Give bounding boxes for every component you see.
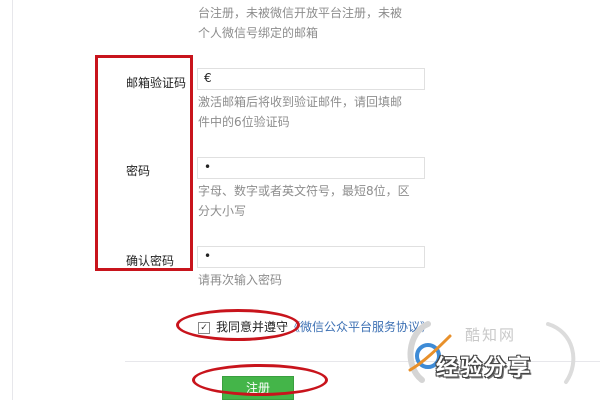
hint-line: 字母、数字或者英文符号，最短8位，区 bbox=[198, 184, 410, 198]
hint-line: 台注册，未被微信开放平台注册，未被 bbox=[198, 6, 403, 20]
watermark-text: 经验分享 bbox=[436, 356, 533, 381]
hint-line: 激活邮箱后将收到验证邮件，请回填邮 bbox=[198, 95, 403, 109]
watermark: 酷知网 经验分享 bbox=[398, 318, 588, 390]
email-code-input[interactable]: € bbox=[197, 68, 425, 90]
form-left-border bbox=[12, 0, 13, 400]
password-hint: 字母、数字或者英文符号，最短8位，区 分大小写 bbox=[198, 181, 410, 221]
watermark-brand: 酷知网 bbox=[465, 326, 517, 344]
hint-line: 个人微信号绑定的邮箱 bbox=[198, 26, 319, 40]
hint-line: 分大小写 bbox=[198, 204, 247, 218]
password-input[interactable]: • bbox=[197, 157, 425, 179]
email-code-hint: 激活邮箱后将收到验证邮件，请回填邮 件中的6位验证码 bbox=[198, 92, 402, 132]
register-highlight-ellipse bbox=[192, 364, 328, 396]
agreement-highlight-ellipse bbox=[176, 309, 300, 341]
confirm-password-input[interactable]: • bbox=[197, 246, 425, 268]
email-requirement-hint: 台注册，未被微信开放平台注册，未被 个人微信号绑定的邮箱 bbox=[198, 3, 402, 43]
confirm-password-hint: 请再次输入密码 bbox=[198, 273, 283, 287]
label-highlight-box bbox=[95, 55, 193, 271]
hint-line: 件中的6位验证码 bbox=[198, 115, 290, 129]
